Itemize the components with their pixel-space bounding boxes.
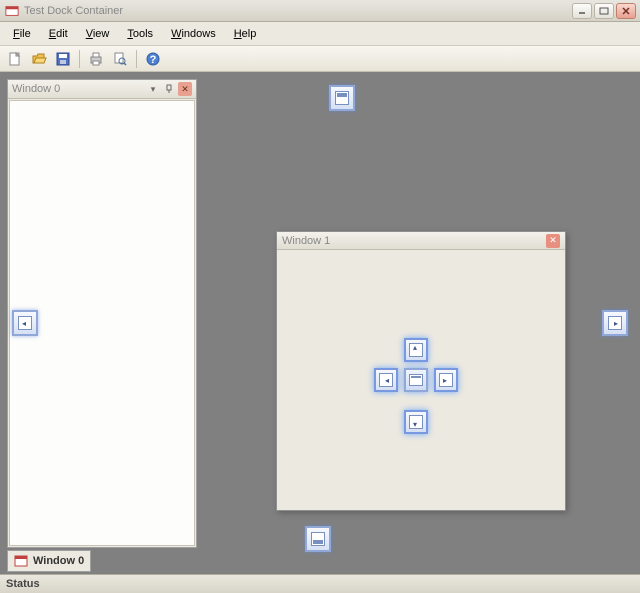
new-icon[interactable]: [4, 49, 26, 69]
menubar: File Edit View Tools Windows Help: [0, 22, 640, 46]
pin-icon[interactable]: [162, 82, 176, 96]
tab-label: Window 0: [33, 555, 84, 567]
close-button[interactable]: [616, 3, 636, 19]
menu-view[interactable]: View: [77, 26, 119, 42]
docked-tab-window0[interactable]: Window 0: [7, 550, 91, 572]
menu-file[interactable]: File: [4, 26, 40, 42]
toolbar: ?: [0, 46, 640, 72]
maximize-button[interactable]: [594, 3, 614, 19]
minimize-button[interactable]: [572, 3, 592, 19]
toolbar-separator: [79, 50, 80, 68]
save-icon[interactable]: [52, 49, 74, 69]
statusbar: Status: [0, 574, 640, 593]
print-icon[interactable]: [85, 49, 107, 69]
menu-edit[interactable]: Edit: [40, 26, 77, 42]
window-icon: [14, 554, 28, 568]
dock-target-outer-left[interactable]: ◂: [12, 310, 38, 336]
help-icon[interactable]: ?: [142, 49, 164, 69]
open-icon[interactable]: [28, 49, 50, 69]
panel-dropdown-icon[interactable]: ▾: [146, 82, 160, 96]
dock-target-inner-left[interactable]: ◂: [374, 368, 398, 392]
print-preview-icon[interactable]: [109, 49, 131, 69]
float-title: Window 1: [282, 235, 546, 247]
float-close-icon[interactable]: ✕: [546, 234, 560, 248]
float-header[interactable]: Window 1 ✕: [277, 232, 565, 250]
window-titlebar: Test Dock Container: [0, 0, 640, 22]
dock-target-inner-right[interactable]: ▸: [434, 368, 458, 392]
dock-target-outer-top[interactable]: [329, 85, 355, 111]
dock-target-inner-bottom[interactable]: ▾: [404, 410, 428, 434]
workspace: Window 0 ▾ ✕ Window 0 Window 1 ✕ ◂ ▸ ▴ ▾: [0, 72, 640, 574]
dock-target-outer-right[interactable]: ▸: [602, 310, 628, 336]
panel-close-icon[interactable]: ✕: [178, 82, 192, 96]
dock-target-inner-center[interactable]: [404, 368, 428, 392]
svg-text:?: ?: [150, 54, 157, 66]
status-text: Status: [6, 578, 40, 590]
panel-title: Window 0: [12, 83, 146, 95]
menu-help[interactable]: Help: [225, 26, 266, 42]
dock-target-outer-bottom[interactable]: [305, 526, 331, 552]
toolbar-separator: [136, 50, 137, 68]
app-icon: [4, 3, 20, 19]
panel-header[interactable]: Window 0 ▾ ✕: [8, 80, 196, 99]
dock-cross: ▴ ▾ ◂ ▸: [374, 348, 462, 436]
menu-windows[interactable]: Windows: [162, 26, 225, 42]
menu-tools[interactable]: Tools: [118, 26, 162, 42]
window-title: Test Dock Container: [24, 5, 572, 17]
dock-target-inner-top[interactable]: ▴: [404, 338, 428, 362]
